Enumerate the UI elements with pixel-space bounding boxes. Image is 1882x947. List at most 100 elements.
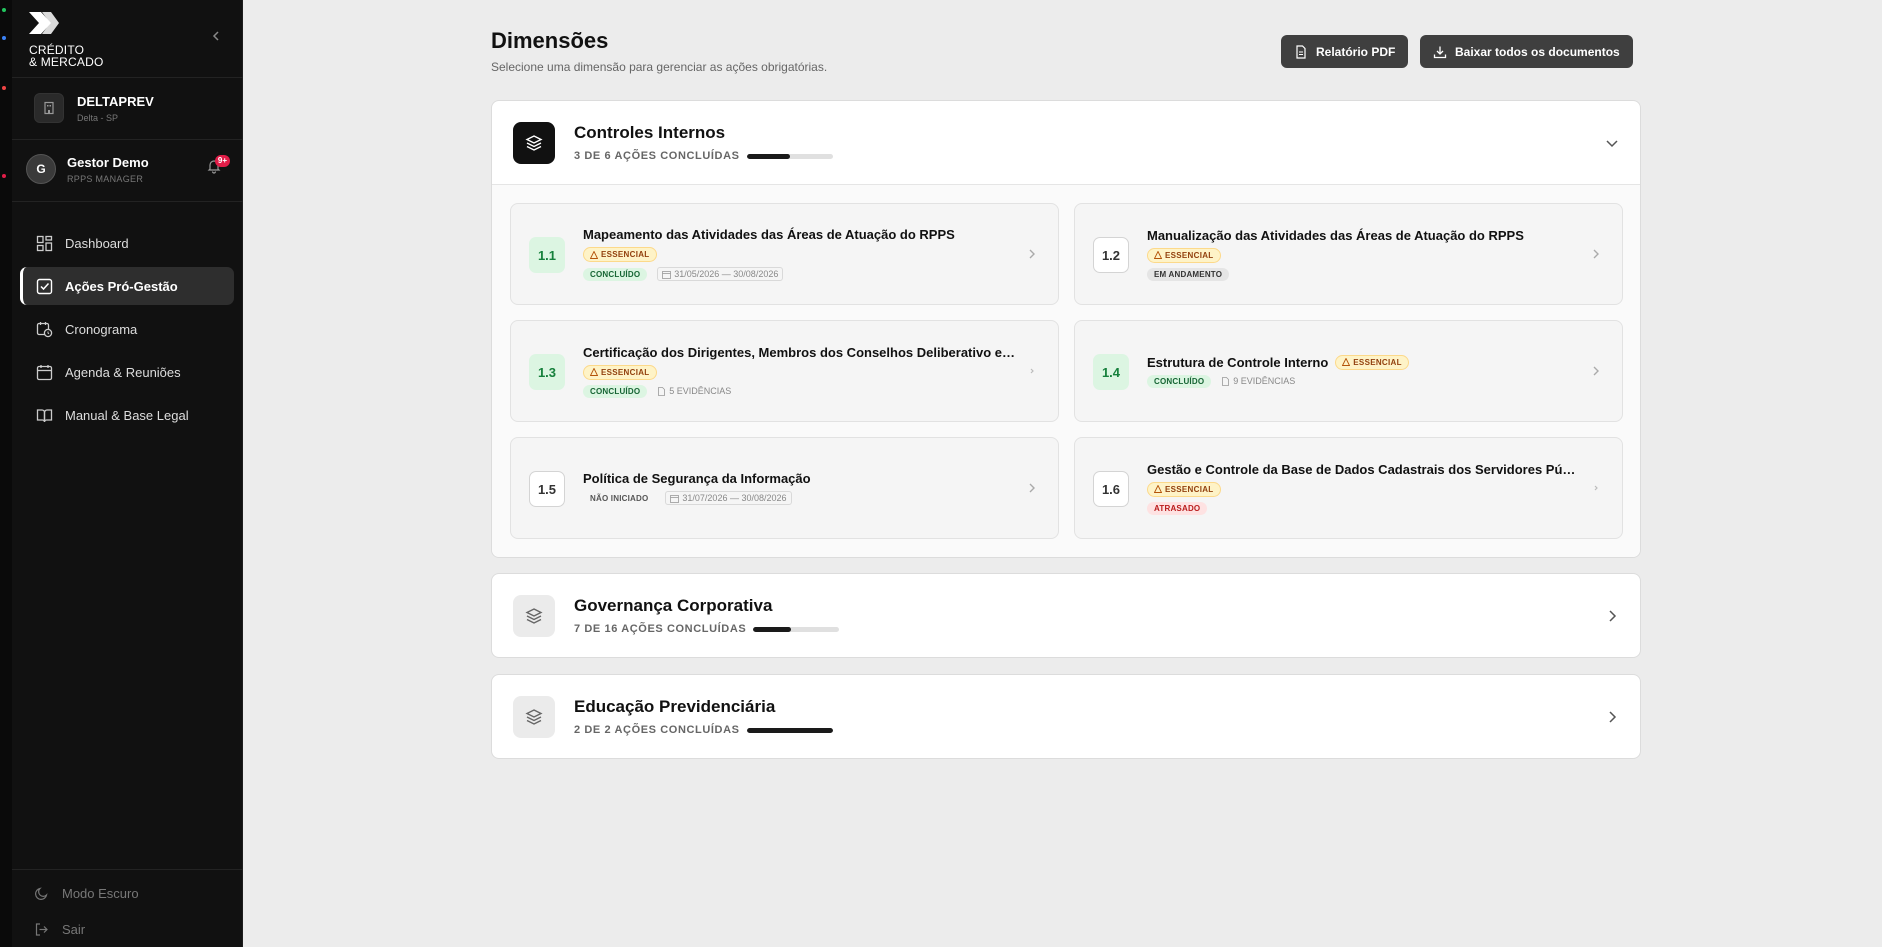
warning-icon [590, 250, 598, 259]
sidebar-footer: Modo Escuro Sair [12, 869, 243, 937]
brand-logo[interactable]: CRÉDITO & MERCADO [29, 12, 103, 68]
essential-badge-label: ESSENCIAL [601, 367, 650, 377]
main-nav: Dashboard Ações Pró-Gestão Cronograma Ag… [20, 224, 234, 439]
status-badge: CONCLUÍDO [1147, 374, 1212, 388]
edge-dot [2, 36, 6, 40]
evidence-count: 9 EVIDÊNCIAS [1221, 376, 1295, 386]
page-subtitle: Selecione uma dimensão para gerenciar as… [491, 60, 828, 74]
essential-badge: ESSENCIAL [583, 247, 657, 262]
essential-badge-label: ESSENCIAL [1353, 357, 1402, 367]
dimension-progress: 2 DE 2 AÇÕES CONCLUÍDAS [574, 724, 833, 736]
dimension-header[interactable]: Controles Internos 3 DE 6 AÇÕES CONCLUÍD… [492, 101, 1640, 184]
essential-badge-label: ESSENCIAL [1165, 250, 1214, 260]
pdf-report-button[interactable]: Relatório PDF [1281, 35, 1409, 68]
dimension-title: Governança Corporativa [574, 596, 773, 615]
logout-button[interactable]: Sair [34, 922, 85, 937]
action-number: 1.1 [529, 237, 565, 273]
chevron-down-icon[interactable] [1604, 135, 1620, 151]
organization-selector[interactable]: DELTAPREV Delta - SP [34, 93, 154, 123]
dimension-header[interactable]: Governança Corporativa 7 DE 16 AÇÕES CON… [492, 574, 1640, 657]
moon-icon [35, 887, 48, 900]
notifications-button[interactable]: 9+ [206, 155, 230, 178]
action-card-1-3[interactable]: 1.3 Certificação dos Dirigentes, Membros… [510, 320, 1059, 422]
chevron-right-icon [1030, 368, 1034, 374]
action-title: Gestão e Controle da Base de Dados Cadas… [1147, 461, 1582, 477]
warning-icon [1342, 358, 1351, 366]
nav-item-manual[interactable]: Manual & Base Legal [20, 396, 234, 434]
action-number: 1.4 [1093, 354, 1129, 390]
status-badge: NÃO INICIADO [590, 493, 649, 503]
divider [12, 77, 243, 78]
progress-bar [753, 626, 840, 632]
grid-icon [36, 235, 53, 251]
date-range: 31/07/2026 — 30/08/2026 [665, 491, 792, 505]
dark-mode-label: Modo Escuro [62, 886, 139, 901]
actions-grid: 1.1 Mapeamento das Atividades das Áreas … [492, 184, 1640, 557]
page-title: Dimensões [491, 28, 609, 53]
main-content: Dimensões Selecione uma dimensão para ge… [243, 0, 1882, 947]
date-range: 31/05/2026 — 30/08/2026 [657, 267, 784, 281]
action-card-1-2[interactable]: 1.2 Manualização das Atividades das Área… [1074, 203, 1623, 305]
warning-icon [590, 368, 598, 376]
calendar-icon [36, 364, 53, 380]
file-icon [1222, 376, 1230, 386]
warning-icon [1154, 251, 1162, 259]
avatar: G [26, 154, 56, 184]
user-name: Gestor Demo [67, 154, 149, 170]
nav-label: Ações Pró-Gestão [65, 278, 178, 294]
nav-label: Dashboard [65, 235, 129, 251]
dark-mode-toggle[interactable]: Modo Escuro [34, 886, 139, 901]
status-badge: CONCLUÍDO [583, 267, 648, 281]
dimension-card-educacao[interactable]: Educação Previdenciária 2 DE 2 AÇÕES CON… [491, 674, 1641, 759]
edge-dot [2, 8, 6, 12]
nav-item-acoes-pro-gestao[interactable]: Ações Pró-Gestão [20, 267, 234, 305]
book-icon [36, 408, 53, 422]
nav-label: Cronograma [65, 321, 138, 337]
progress-fill [746, 727, 833, 733]
chevron-right-icon [1593, 249, 1599, 259]
layers-icon [513, 122, 555, 164]
progress-fill [753, 626, 791, 632]
dimension-title: Controles Internos [574, 123, 726, 142]
sidebar: CRÉDITO & MERCADO DELTAPREV Delta - SP G… [12, 0, 243, 947]
layers-icon [513, 696, 555, 738]
dimension-header[interactable]: Educação Previdenciária 2 DE 2 AÇÕES CON… [492, 675, 1640, 758]
dimension-progress: 7 DE 16 AÇÕES CONCLUÍDAS [574, 623, 840, 635]
divider [12, 139, 243, 140]
action-title: Manualização das Atividades das Áreas de… [1147, 227, 1524, 243]
collapse-sidebar-icon[interactable] [210, 30, 222, 42]
logout-label: Sair [62, 922, 86, 937]
checkbox-icon [36, 278, 53, 294]
evidence-count-text: 5 EVIDÊNCIAS [669, 386, 732, 396]
dimension-title: Educação Previdenciária [574, 697, 776, 716]
user-profile[interactable]: G Gestor Demo RPPS MANAGER 9+ [26, 154, 230, 184]
action-number: 1.3 [529, 354, 565, 390]
action-card-1-5[interactable]: 1.5 Política de Segurança da Informação … [510, 437, 1059, 539]
edge-dot [2, 174, 6, 178]
chevron-right-icon [1029, 483, 1035, 493]
essential-badge: ESSENCIAL [1147, 481, 1221, 497]
date-range-text: 31/05/2026 — 30/08/2026 [674, 269, 779, 279]
action-card-1-4[interactable]: 1.4 Estrutura de Controle Interno ESSENC… [1074, 320, 1623, 422]
dimension-card-controles-internos: Controles Internos 3 DE 6 AÇÕES CONCLUÍD… [491, 100, 1641, 558]
download-all-button[interactable]: Baixar todos os documentos [1420, 35, 1633, 68]
essential-badge: ESSENCIAL [583, 364, 657, 380]
chevron-right-icon[interactable] [1604, 709, 1620, 725]
action-number: 1.5 [529, 471, 565, 507]
organization-name: DELTAPREV [77, 93, 154, 109]
calendar-icon [662, 270, 672, 279]
action-card-1-6[interactable]: 1.6 Gestão e Controle da Base de Dados C… [1074, 437, 1623, 539]
nav-item-cronograma[interactable]: Cronograma [20, 310, 234, 348]
nav-item-dashboard[interactable]: Dashboard [20, 224, 234, 262]
download-all-label: Baixar todos os documentos [1455, 44, 1620, 59]
logo-mark-icon [29, 12, 59, 34]
essential-badge: ESSENCIAL [1147, 247, 1221, 263]
dimension-card-governanca[interactable]: Governança Corporativa 7 DE 16 AÇÕES CON… [491, 573, 1641, 658]
action-title: Certificação dos Dirigentes, Membros dos… [583, 344, 1018, 360]
download-icon [1433, 46, 1447, 58]
essential-badge-label: ESSENCIAL [601, 250, 650, 259]
nav-item-agenda[interactable]: Agenda & Reuniões [20, 353, 234, 391]
dimension-count: 3 DE 6 AÇÕES CONCLUÍDAS [574, 150, 740, 162]
chevron-right-icon[interactable] [1604, 608, 1620, 624]
action-card-1-1[interactable]: 1.1 Mapeamento das Atividades das Áreas … [510, 203, 1059, 305]
